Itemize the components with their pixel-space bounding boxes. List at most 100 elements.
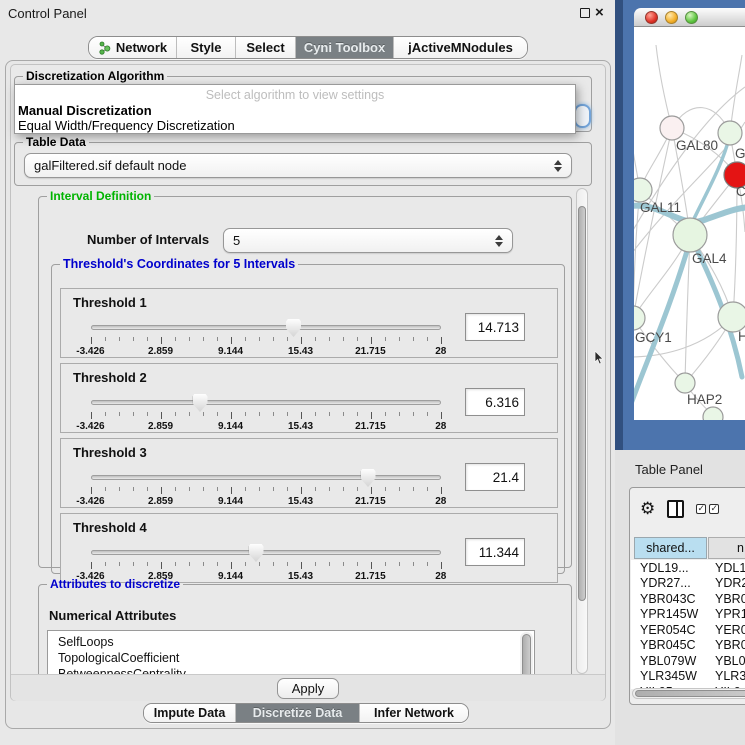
slider-thumb[interactable]	[193, 394, 208, 412]
table-cell[interactable]: YBR043C	[631, 592, 708, 606]
network-node-hap2[interactable]	[675, 373, 695, 393]
slider-track[interactable]	[91, 475, 441, 480]
mac-titlebar[interactable]	[634, 8, 745, 27]
tab-discretize-data[interactable]: Discretize Data	[236, 704, 360, 722]
tab-network[interactable]: Network	[89, 37, 177, 58]
table-row[interactable]: YBL079WYBL0	[631, 653, 745, 669]
list-scrollbar[interactable]	[520, 632, 533, 674]
panel-scrollbar[interactable]	[576, 188, 588, 674]
tab-cyni-toolbox[interactable]: Cyni Toolbox	[296, 37, 394, 58]
slider-track[interactable]	[91, 550, 441, 555]
table-cell[interactable]: YDR27...	[631, 576, 708, 590]
threshold-value-input[interactable]	[465, 313, 525, 341]
table-cell[interactable]: YER054C	[631, 623, 708, 637]
slider-thumb[interactable]	[361, 469, 376, 487]
list-item[interactable]: TopologicalCoefficient	[48, 650, 534, 666]
stepper-icon[interactable]	[554, 160, 562, 172]
network-node-gal4[interactable]	[673, 218, 707, 252]
number-of-intervals-value: 5	[233, 233, 240, 248]
tick-mark	[329, 487, 330, 491]
attributes-list[interactable]: SelfLoops TopologicalCoefficient Between…	[47, 630, 535, 674]
tick-mark	[399, 337, 400, 341]
slider-track[interactable]	[91, 325, 441, 330]
tab-select[interactable]: Select	[236, 37, 296, 58]
table-row[interactable]: YDL19...YDL1	[631, 560, 745, 576]
network-node-gal11[interactable]	[634, 178, 652, 202]
table-row[interactable]: YBR043CYBR0	[631, 591, 745, 607]
table-cell[interactable]: YLR3	[708, 669, 745, 683]
tick-mark	[189, 487, 190, 491]
apply-button[interactable]: Apply	[277, 678, 340, 699]
traffic-light-close-icon[interactable]	[645, 11, 658, 24]
tab-style[interactable]: Style	[177, 37, 236, 58]
table-row[interactable]: YPR145WYPR1	[631, 607, 745, 623]
list-scrollbar-thumb[interactable]	[522, 634, 531, 674]
network-canvas[interactable]: GAL80 G C GAL11 GAL4 GCY1 H HAP2	[634, 27, 745, 420]
table-row[interactable]: YBR045CYBR0	[631, 638, 745, 654]
checkbox-icon[interactable]: ✓	[696, 504, 706, 514]
tick-mark	[273, 562, 274, 566]
dropdown-item-equal-width[interactable]: Equal Width/Frequency Discretization	[15, 118, 575, 133]
column-header-name[interactable]: n	[708, 537, 745, 559]
tick-label: 21.715	[355, 421, 386, 432]
close-icon[interactable]: ×	[595, 8, 604, 18]
threshold-value-input[interactable]	[465, 538, 525, 566]
table-cell[interactable]: YBR0	[708, 592, 745, 606]
network-node-h[interactable]	[718, 302, 745, 332]
tick-mark	[371, 337, 372, 344]
tick-mark	[399, 562, 400, 566]
threshold-slider[interactable]	[91, 544, 441, 562]
table-cell[interactable]: YPR1	[708, 607, 745, 621]
threshold-value-input[interactable]	[465, 388, 525, 416]
columns-icon[interactable]	[667, 500, 684, 518]
table-cell[interactable]: YPR145W	[631, 607, 708, 621]
tick-mark	[329, 562, 330, 566]
network-node-gcy1[interactable]	[634, 306, 645, 330]
table-cell[interactable]: YDR2	[708, 576, 745, 590]
tab-jactivemnodules-label: jActiveMNodules	[408, 40, 513, 55]
list-item[interactable]: SelfLoops	[48, 634, 534, 650]
traffic-light-zoom-icon[interactable]	[685, 11, 698, 24]
stepper-icon[interactable]	[495, 235, 503, 247]
table-row[interactable]: YLR345WYLR3	[631, 669, 745, 685]
table-row[interactable]: YER054CYER0	[631, 622, 745, 638]
table-data-combo[interactable]: galFiltered.sif default node	[24, 153, 572, 178]
traffic-light-minimize-icon[interactable]	[665, 11, 678, 24]
panel-scrollbar-thumb[interactable]	[578, 206, 586, 601]
network-node-g[interactable]	[718, 121, 742, 145]
table-cell[interactable]: YLR345W	[631, 669, 708, 683]
tab-infer-network[interactable]: Infer Network	[360, 704, 468, 722]
threshold-slider[interactable]	[91, 469, 441, 487]
gear-icon[interactable]: ⚙	[640, 501, 655, 518]
float-window-icon[interactable]	[580, 8, 590, 18]
table-h-scrollbar-thumb[interactable]	[635, 690, 745, 697]
slider-thumb[interactable]	[249, 544, 264, 562]
column-header-shared[interactable]: shared...	[634, 537, 707, 559]
algorithm-combo-edge[interactable]	[574, 104, 591, 128]
table-cell[interactable]: YBR045C	[631, 638, 708, 652]
table-cell[interactable]: YER0	[708, 623, 745, 637]
tab-jactivemnodules[interactable]: jActiveMNodules	[394, 37, 527, 58]
dropdown-item-manual-discretization[interactable]: Manual Discretization	[15, 103, 575, 118]
table-cell[interactable]: YDL1	[708, 561, 745, 575]
tick-mark	[259, 412, 260, 416]
table-cell[interactable]: YBL079W	[631, 654, 708, 668]
top-tab-bar: Network Style Select Cyni Toolbox jActiv…	[88, 36, 528, 59]
threshold-slider[interactable]	[91, 394, 441, 412]
slider-track[interactable]	[91, 400, 441, 405]
tab-impute-data[interactable]: Impute Data	[144, 704, 236, 722]
table-cell[interactable]: YBL0	[708, 654, 745, 668]
checkbox-icon[interactable]: ✓	[709, 504, 719, 514]
table-h-scrollbar[interactable]	[632, 688, 745, 699]
table-cell[interactable]: YDL19...	[631, 561, 708, 575]
checkbox-icons[interactable]: ✓ ✓	[696, 504, 719, 514]
threshold-slider[interactable]	[91, 319, 441, 337]
table-cell[interactable]: YBR0	[708, 638, 745, 652]
network-node-gal80[interactable]	[660, 116, 684, 140]
number-of-intervals-combo[interactable]: 5	[223, 228, 513, 253]
node-label-gal80: GAL80	[676, 138, 718, 153]
list-item[interactable]: BetweennessCentrality	[48, 666, 534, 674]
table-row[interactable]: YDR27...YDR2	[631, 576, 745, 592]
threshold-value-input[interactable]	[465, 463, 525, 491]
slider-thumb[interactable]	[286, 319, 301, 337]
